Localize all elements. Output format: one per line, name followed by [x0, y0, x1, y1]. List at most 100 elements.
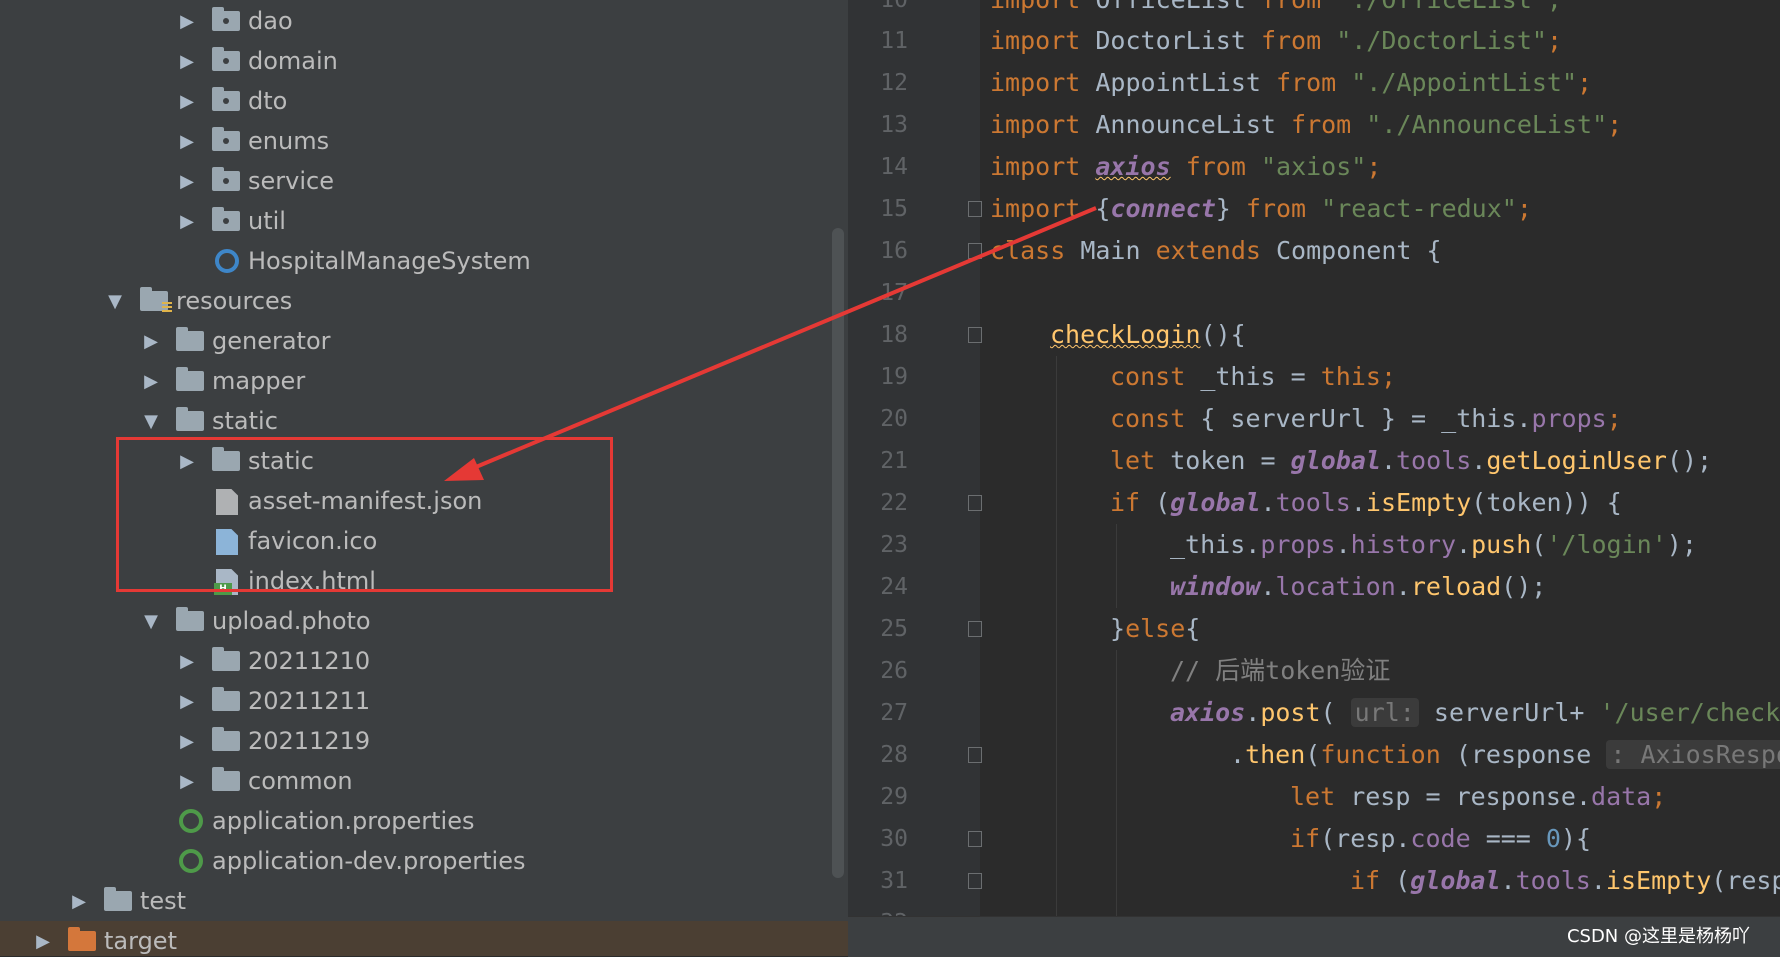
project-tree-panel: ▶ dao ▶ domain ▶ dto ▶ enums ▶ service ▶… — [0, 0, 848, 956]
indent-guide — [1116, 524, 1117, 608]
expand-arrow-icon[interactable]: ▶ — [176, 170, 198, 192]
code-line-20[interactable]: const { serverUrl } = _this.props; — [1110, 398, 1622, 440]
expand-arrow-icon[interactable]: ▶ — [140, 330, 162, 352]
expand-arrow-icon[interactable]: ▶ — [176, 730, 198, 752]
folder-icon — [212, 647, 242, 673]
code-line-15[interactable]: import {connect} from "react-redux"; — [990, 188, 1532, 230]
code-line-10[interactable]: import OfficeList from "./OfficeList"; — [990, 0, 1562, 21]
tree-item-label: upload.photo — [212, 607, 371, 635]
expand-arrow-icon[interactable]: ▶ — [176, 130, 198, 152]
tree-item-label: common — [248, 767, 353, 795]
tree-item-application-properties[interactable]: application.properties — [0, 801, 848, 841]
line-number: 16 — [880, 238, 908, 264]
expand-arrow-icon[interactable]: ▶ — [68, 890, 90, 912]
expand-arrow-icon[interactable]: ▶ — [176, 650, 198, 672]
tree-item-upload-photo[interactable]: ▼ upload.photo — [0, 601, 848, 641]
code-line-30[interactable]: if(resp.code === 0){ — [1290, 818, 1591, 860]
line-number: 28 — [880, 742, 908, 768]
line-number: 14 — [880, 154, 908, 180]
spring-boot-class-icon — [212, 249, 242, 273]
collapse-arrow-icon[interactable]: ▼ — [140, 410, 162, 432]
line-number: 23 — [880, 532, 908, 558]
tree-item-hospitalmanagesystem[interactable]: HospitalManageSystem — [0, 241, 848, 281]
code-line-14[interactable]: import axios from "axios"; — [990, 146, 1381, 188]
fold-marker-icon[interactable] — [968, 747, 982, 763]
collapse-arrow-icon[interactable]: ▼ — [140, 610, 162, 632]
tree-item-label: static — [212, 407, 278, 435]
code-line-12[interactable]: import AppointList from "./AppointList"; — [990, 62, 1592, 104]
tree-item-label: util — [248, 207, 286, 235]
tree-item-label: 20211219 — [248, 727, 371, 755]
folder-icon — [212, 767, 242, 793]
tree-item-enums[interactable]: ▶ enums — [0, 121, 848, 161]
folder-icon — [104, 887, 134, 913]
expand-arrow-icon[interactable]: ▶ — [176, 10, 198, 32]
tree-item-label: enums — [248, 127, 330, 155]
fold-marker-icon[interactable] — [968, 873, 982, 889]
code-line-28[interactable]: .then(function (response : AxiosRespon — [1230, 734, 1780, 776]
expand-arrow-icon[interactable]: ▶ — [140, 370, 162, 392]
tree-item-20211211[interactable]: ▶ 20211211 — [0, 681, 848, 721]
watermark-text: CSDN @这里是杨杨吖 — [1566, 926, 1750, 947]
expand-arrow-icon[interactable]: ▶ — [176, 50, 198, 72]
tree-item-20211210[interactable]: ▶ 20211210 — [0, 641, 848, 681]
tree-item-test[interactable]: ▶ test — [0, 881, 848, 921]
tree-item-label: resources — [176, 287, 293, 315]
code-line-31[interactable]: if (global.tools.isEmpty(resp — [1350, 860, 1780, 902]
highlight-box — [116, 437, 613, 592]
tree-item-dto[interactable]: ▶ dto — [0, 81, 848, 121]
code-line-22[interactable]: if (global.tools.isEmpty(token)) { — [1110, 482, 1622, 524]
code-line-23[interactable]: _this.props.history.push('/login'); — [1170, 524, 1697, 566]
fold-marker-icon[interactable] — [968, 327, 982, 343]
tree-item-service[interactable]: ▶ service — [0, 161, 848, 201]
tree-item-target[interactable]: ▶ target — [0, 921, 848, 956]
tree-item-static[interactable]: ▼ static — [0, 401, 848, 441]
tree-item-mapper[interactable]: ▶ mapper — [0, 361, 848, 401]
tree-item-label: dao — [248, 7, 293, 35]
code-line-24[interactable]: window.location.reload(); — [1170, 566, 1546, 608]
tree-item-dao[interactable]: ▶ dao — [0, 1, 848, 41]
code-line-26[interactable]: // 后端token验证 — [1170, 650, 1390, 692]
code-line-21[interactable]: let token = global.tools.getLoginUser(); — [1110, 440, 1712, 482]
collapse-arrow-icon[interactable]: ▼ — [104, 290, 126, 312]
package-folder-icon — [212, 7, 242, 33]
expand-arrow-icon[interactable]: ▶ — [32, 930, 54, 952]
fold-marker-icon[interactable] — [968, 621, 982, 637]
expand-arrow-icon[interactable]: ▶ — [176, 690, 198, 712]
folder-icon — [176, 407, 206, 433]
code-line-13[interactable]: import AnnounceList from "./AnnounceList… — [990, 104, 1622, 146]
line-number: 19 — [880, 364, 908, 390]
expand-arrow-icon[interactable]: ▶ — [176, 210, 198, 232]
tree-item-domain[interactable]: ▶ domain — [0, 41, 848, 81]
expand-arrow-icon[interactable]: ▶ — [176, 770, 198, 792]
code-line-18[interactable]: checkLogin(){ — [1050, 314, 1246, 356]
tree-item-util[interactable]: ▶ util — [0, 201, 848, 241]
line-number: 27 — [880, 700, 908, 726]
code-line-29[interactable]: let resp = response.data; — [1290, 776, 1666, 818]
fold-marker-icon[interactable] — [968, 831, 982, 847]
tree-item-application-dev-properties[interactable]: application-dev.properties — [0, 841, 848, 881]
code-line-27[interactable]: axios.post( url: serverUrl+ '/user/check… — [1170, 692, 1780, 734]
tree-item-common[interactable]: ▶ common — [0, 761, 848, 801]
folder-icon — [176, 367, 206, 393]
parameter-hint: url: — [1350, 698, 1419, 727]
tree-item-label: test — [140, 887, 187, 915]
fold-marker-icon[interactable] — [968, 495, 982, 511]
code-line-19[interactable]: const _this = this; — [1110, 356, 1396, 398]
tree-item-20211219[interactable]: ▶ 20211219 — [0, 721, 848, 761]
tree-item-generator[interactable]: ▶ generator — [0, 321, 848, 361]
fold-marker-icon[interactable] — [968, 243, 982, 259]
line-number: 17 — [880, 280, 908, 306]
tree-item-label: generator — [212, 327, 331, 355]
expand-arrow-icon[interactable]: ▶ — [176, 90, 198, 112]
code-line-25[interactable]: }else{ — [1110, 608, 1200, 650]
code-line-16[interactable]: class Main extends Component { — [990, 230, 1442, 272]
code-line-11[interactable]: import DoctorList from "./DoctorList"; — [990, 20, 1562, 62]
tree-item-label: application-dev.properties — [212, 847, 526, 875]
tree-item-resources[interactable]: ▼ resources — [0, 281, 848, 321]
line-number: 30 — [880, 826, 908, 852]
tree-scrollbar[interactable] — [832, 228, 844, 878]
fold-marker-icon[interactable] — [968, 201, 982, 217]
code-editor[interactable]: 10 11 12 13 14 15 16 17 18 19 20 21 22 2… — [848, 0, 1780, 956]
tree-item-label: dto — [248, 87, 288, 115]
